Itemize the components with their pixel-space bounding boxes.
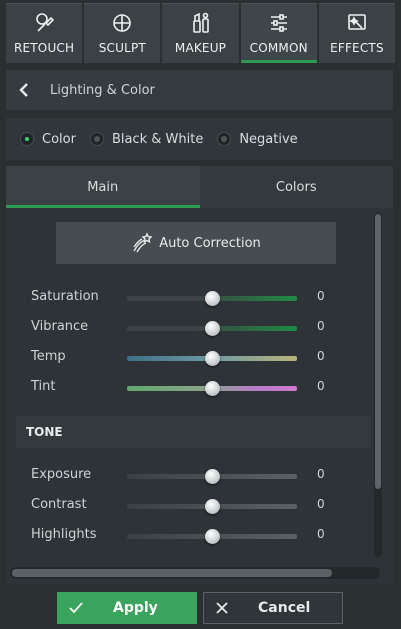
slider-label: Highlights	[31, 527, 97, 542]
tint-slider[interactable]	[127, 381, 297, 396]
page-title: Lighting & Color	[50, 82, 155, 98]
slider-label: Temp	[31, 349, 66, 364]
temp-row: Temp 0	[6, 346, 346, 370]
tab-label: COMMON	[249, 41, 308, 55]
saturation-slider[interactable]	[127, 291, 297, 306]
brush-face-icon	[36, 13, 55, 32]
radio-label: Black & White	[111, 131, 204, 147]
slider-handle[interactable]	[205, 499, 220, 514]
radio-negative[interactable]: Negative	[217, 131, 298, 147]
slider-label: Vibrance	[31, 319, 89, 334]
sliders-icon	[270, 14, 287, 32]
tab-label: EFFECTS	[330, 41, 384, 55]
magic-wand-icon	[133, 232, 153, 253]
tab-main[interactable]: Main	[6, 166, 200, 208]
radio-black-white[interactable]: Black & White	[89, 131, 204, 147]
slider-label: Exposure	[31, 467, 92, 482]
radio-selected-icon	[20, 132, 34, 146]
apply-label: Apply	[113, 600, 158, 616]
slider-value: 0	[317, 289, 325, 303]
tab-main-label: Main	[87, 179, 119, 195]
saturation-row: Saturation 0	[6, 286, 346, 310]
tab-label: RETOUCH	[13, 41, 75, 55]
vertical-scrollbar-thumb[interactable]	[375, 214, 381, 489]
horizontal-scrollbar[interactable]	[10, 567, 380, 579]
tab-colors-label: Colors	[275, 179, 317, 195]
effects-wand-icon	[348, 14, 366, 30]
tool-tabs: RETOUCH SCULPT MAKEUP COMMON EFFECTS	[6, 3, 396, 63]
vibrance-slider[interactable]	[127, 321, 297, 336]
radio-label: Negative	[239, 131, 298, 147]
slider-handle[interactable]	[205, 381, 220, 396]
tone-section-header: TONE	[16, 416, 371, 448]
section-header: Lighting & Color	[6, 70, 393, 110]
tab-retouch[interactable]: RETOUCH	[6, 3, 83, 63]
chevron-left-icon	[19, 83, 28, 97]
tab-colors[interactable]: Colors	[199, 166, 393, 208]
slider-value: 0	[317, 497, 325, 511]
contrast-slider[interactable]	[127, 499, 297, 514]
tab-effects[interactable]: EFFECTS	[318, 3, 396, 63]
tab-label: SCULPT	[98, 41, 146, 55]
radio-unselected-icon	[89, 132, 104, 146]
auto-correction-label: Auto Correction	[159, 235, 261, 251]
radio-label: Color	[42, 131, 76, 147]
tint-row: Tint 0	[6, 376, 346, 400]
close-icon	[216, 602, 228, 614]
horizontal-scrollbar-thumb[interactable]	[12, 569, 332, 577]
slider-handle[interactable]	[205, 291, 220, 306]
color-mode-group: Color Black & White Negative	[6, 118, 393, 160]
slider-handle[interactable]	[205, 469, 220, 484]
exposure-row: Exposure 0	[6, 464, 346, 488]
slider-value: 0	[317, 379, 325, 393]
slider-handle[interactable]	[205, 321, 220, 336]
makeup-icon	[192, 12, 209, 33]
vibrance-row: Vibrance 0	[6, 316, 346, 340]
exposure-slider[interactable]	[127, 469, 297, 484]
contrast-row: Contrast 0	[6, 494, 346, 518]
slider-value: 0	[317, 467, 325, 481]
sculpt-target-icon	[113, 14, 132, 32]
slider-label: Tint	[31, 379, 56, 394]
tab-common[interactable]: COMMON	[240, 3, 318, 63]
slider-value: 0	[317, 527, 325, 541]
auto-correction-button[interactable]: Auto Correction	[56, 222, 336, 264]
subtab-bar: Main Colors	[6, 166, 393, 208]
highlights-slider[interactable]	[127, 529, 297, 544]
adjustments-panel: Main Colors Auto Correction Saturation 0…	[6, 166, 393, 584]
tab-sculpt[interactable]: SCULPT	[84, 3, 161, 63]
radio-color[interactable]: Color	[20, 132, 76, 147]
radio-unselected-icon	[217, 132, 232, 146]
slider-handle[interactable]	[205, 529, 220, 544]
highlights-row: Highlights 0	[6, 524, 346, 548]
tab-label: MAKEUP	[174, 41, 227, 55]
cancel-label: Cancel	[258, 600, 311, 616]
apply-button[interactable]: Apply	[57, 592, 197, 624]
temp-slider[interactable]	[127, 351, 297, 366]
slider-value: 0	[317, 319, 325, 333]
slider-handle[interactable]	[205, 351, 220, 366]
back-button[interactable]	[6, 70, 42, 110]
vertical-scrollbar[interactable]	[374, 212, 382, 557]
tab-makeup[interactable]: MAKEUP	[162, 3, 239, 63]
cancel-button[interactable]: Cancel	[203, 592, 343, 624]
slider-value: 0	[317, 349, 325, 363]
slider-label: Contrast	[31, 497, 87, 512]
slider-label: Saturation	[31, 289, 99, 304]
checkmark-icon	[69, 602, 83, 614]
